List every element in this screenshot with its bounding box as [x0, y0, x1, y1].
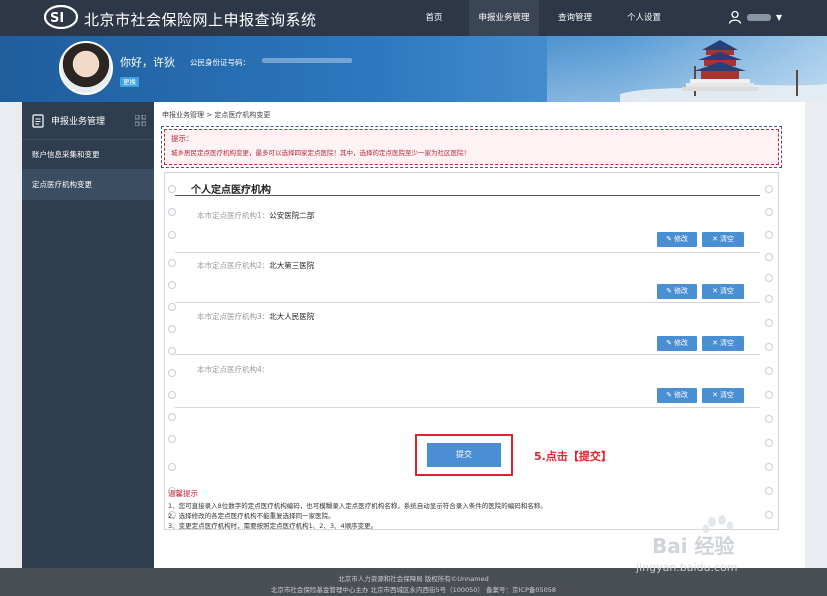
- institution-label: 本市定点医疗机构2：北大第三医院: [197, 261, 315, 270]
- watermark-text: Bai 经验: [652, 534, 735, 558]
- sidebar-header: 申报业务管理: [22, 102, 154, 140]
- edit-button[interactable]: ✎ 修改: [657, 336, 697, 351]
- top-navbar: SI 北京市社会保险网上申报查询系统 首页 申报业务管理 查询管理 个人设置 ▼: [0, 0, 827, 36]
- clear-button[interactable]: ✕ 清空: [702, 388, 744, 403]
- user-icon: [728, 10, 742, 24]
- user-avatar: [59, 41, 113, 95]
- si-logo-icon: SI: [44, 5, 78, 29]
- radio-circle: [765, 463, 773, 471]
- temple-of-heaven-image: [620, 40, 827, 102]
- close-icon: ✕: [712, 339, 718, 347]
- sidebar: 申报业务管理 账户信息采集和变更 定点医疗机构变更: [22, 102, 154, 568]
- radio-circle: [765, 208, 773, 216]
- radio-circle: [765, 319, 773, 327]
- watermark-url: jingyan.baidu.com: [636, 561, 738, 574]
- sidebar-item-medical-institution-change[interactable]: 定点医疗机构变更: [22, 170, 154, 200]
- nav-home[interactable]: 首页: [413, 0, 455, 36]
- institution-label: 本市定点医疗机构3：北大人民医院: [197, 312, 315, 321]
- user-name: [747, 13, 771, 21]
- hint-text: 城乡居民定点医疗机构变更，最多可以选择四家定点医院！其中，选择的定点医院至少一家…: [171, 149, 470, 157]
- change-avatar-button[interactable]: 更换: [120, 77, 139, 87]
- sidebar-title: 申报业务管理: [51, 117, 106, 127]
- edit-button[interactable]: ✎ 修改: [657, 284, 697, 299]
- radio-circle: [168, 435, 176, 443]
- greeting-text: 你好，许狄: [120, 56, 175, 69]
- nav-query-management[interactable]: 查询管理: [549, 0, 601, 36]
- footer-copyright: 北京市人力资源和社会保障局 版权所有©Unnamed: [338, 575, 489, 583]
- pencil-icon: ✎: [666, 235, 672, 243]
- step-annotation: 5.点击【提交】: [534, 450, 612, 463]
- hint-box: 提示： 城乡居民定点医疗机构变更，最多可以选择四家定点医院！其中，选择的定点医院…: [161, 126, 782, 168]
- hint-title: 提示：: [171, 134, 194, 143]
- clear-button[interactable]: ✕ 清空: [702, 232, 744, 247]
- document-icon: [32, 113, 44, 128]
- pencil-icon: ✎: [666, 287, 672, 295]
- radio-circle: [765, 295, 773, 303]
- tip-item: 3、变更定点医疗机构时，需要按照定点医疗机构1、2、3、4顺序变更。: [168, 522, 378, 530]
- radio-circle: [765, 253, 773, 261]
- app-title: 北京市社会保险网上申报查询系统: [84, 11, 317, 29]
- radio-circle: [765, 343, 773, 351]
- breadcrumb: 申报业务管理 > 定点医疗机构变更: [162, 111, 271, 119]
- institution-row: 本市定点医疗机构4： ✎ 修改 ✕ 清空: [175, 355, 760, 408]
- clear-button[interactable]: ✕ 清空: [702, 284, 744, 299]
- footer-address: 北京市社会保险基金管理中心主办 北京市西城区永内西街5号（100050） 备案号…: [270, 586, 557, 594]
- medical-institution-panel: 个人定点医疗机构 本市定点医疗机构1：公安医院二部 ✎ 修改 ✕ 清空 本市定点医疗…: [164, 172, 779, 530]
- tip-item: 1、您可直接录入8位数字的定点医疗机构编码，也可模糊录入定点医疗机构名称，系统自…: [168, 502, 547, 510]
- id-number-value: [262, 58, 352, 63]
- user-menu[interactable]: ▼: [728, 8, 782, 26]
- radio-circle: [765, 487, 773, 495]
- institution-value: 公安医院二部: [269, 211, 315, 220]
- sidebar-item-account-info[interactable]: 账户信息采集和变更: [22, 140, 154, 170]
- institution-row: 本市定点医疗机构2：北大第三医院 ✎ 修改 ✕ 清空: [175, 253, 760, 303]
- panel-title: 个人定点医疗机构: [191, 185, 271, 196]
- radio-circle: [765, 391, 773, 399]
- radio-circle: [765, 231, 773, 239]
- submit-button[interactable]: 提交: [427, 443, 501, 467]
- tip-item: 2、选择修改的各定点医疗机构不能重复选择同一家医院。: [168, 512, 335, 520]
- radio-circle: [765, 367, 773, 375]
- close-icon: ✕: [712, 391, 718, 399]
- radio-circle: [168, 413, 176, 421]
- svg-text:SI: SI: [50, 11, 64, 26]
- pencil-icon: ✎: [666, 391, 672, 399]
- pencil-icon: ✎: [666, 339, 672, 347]
- clear-button[interactable]: ✕ 清空: [702, 336, 744, 351]
- id-number-label: 公民身份证号码：: [190, 58, 250, 67]
- institution-label: 本市定点医疗机构4：: [197, 365, 270, 374]
- institution-value: 北大第三医院: [269, 261, 315, 270]
- radio-circle: [765, 415, 773, 423]
- chevron-down-icon: ▼: [776, 12, 783, 22]
- tips-title: 温馨提示: [168, 489, 198, 498]
- grid-icon[interactable]: [135, 115, 146, 126]
- institution-label: 本市定点医疗机构1：公安医院二部: [197, 211, 315, 220]
- nav-declaration-management[interactable]: 申报业务管理: [469, 0, 539, 36]
- radio-circle: [168, 463, 176, 471]
- institution-row: 本市定点医疗机构3：北大人民医院 ✎ 修改 ✕ 清空: [175, 303, 760, 355]
- edit-button[interactable]: ✎ 修改: [657, 232, 697, 247]
- close-icon: ✕: [712, 287, 718, 295]
- institution-row: 本市定点医疗机构1：公安医院二部 ✎ 修改 ✕ 清空: [175, 201, 760, 253]
- main-content: 申报业务管理 > 定点医疗机构变更 提示： 城乡居民定点医疗机构变更，最多可以选…: [154, 102, 805, 568]
- radio-circle: [765, 185, 773, 193]
- title-divider: [175, 195, 760, 196]
- radio-circle: [765, 274, 773, 282]
- nav-personal-settings[interactable]: 个人设置: [617, 0, 671, 36]
- radio-circle: [168, 185, 176, 193]
- close-icon: ✕: [712, 235, 718, 243]
- radio-circle: [765, 439, 773, 447]
- institution-value: 北大人民医院: [269, 312, 315, 321]
- edit-button[interactable]: ✎ 修改: [657, 388, 697, 403]
